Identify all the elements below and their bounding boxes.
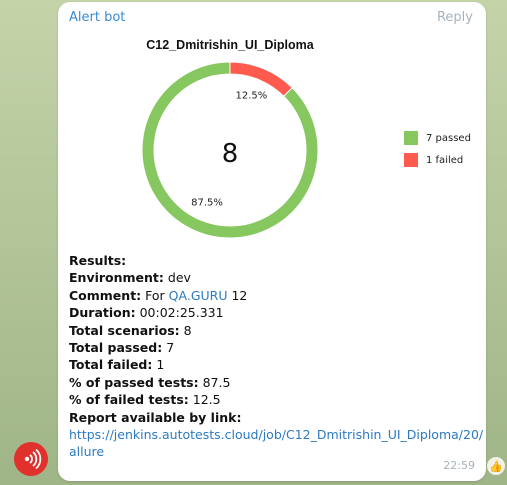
- legend-item-failed: 1 failed: [404, 152, 471, 168]
- legend-label-passed: 7 passed: [426, 132, 471, 144]
- comment-line: Comment: For QA.GURU 12: [69, 287, 248, 303]
- total-failed-line: Total failed: 1: [69, 357, 165, 373]
- report-link-line2[interactable]: allure: [69, 444, 104, 459]
- percent-passed-line: % of passed tests: 87.5: [69, 374, 231, 390]
- donut-chart: 8 12.5% 87.5%: [141, 61, 319, 239]
- slice-label-passed: 87.5%: [191, 197, 223, 208]
- total-scenarios-line: Total scenarios: 8: [69, 322, 192, 338]
- results-heading: Results:: [69, 253, 127, 268]
- report-link-line1[interactable]: https://jenkins.autotests.cloud/job/C12_…: [69, 427, 483, 442]
- message-time: 22:59: [443, 459, 475, 472]
- message-bubble[interactable]: Alert bot Reply C12_Dmitrishin_UI_Diplom…: [58, 2, 486, 481]
- report-text: Results: Environment: dev Comment: For Q…: [69, 252, 483, 461]
- report-link[interactable]: https://jenkins.autotests.cloud/job/C12_…: [69, 426, 483, 461]
- thumbs-up-reaction-icon[interactable]: 👍: [487, 457, 505, 475]
- bot-avatar[interactable]: [14, 442, 48, 476]
- center-total-label: 8: [222, 139, 239, 169]
- chart-legend: 7 passed 1 failed: [404, 130, 471, 174]
- report-link-label: Report available by link:: [69, 409, 242, 425]
- duration-line: Duration: 00:02:25.331: [69, 305, 224, 321]
- total-passed-line: Total passed: 7: [69, 340, 175, 356]
- legend-label-failed: 1 failed: [426, 154, 464, 166]
- legend-item-passed: 7 passed: [404, 130, 471, 146]
- legend-swatch-failed: [404, 153, 418, 167]
- environment-line: Environment: dev: [69, 270, 191, 286]
- percent-failed-line: % of failed tests: 12.5: [69, 392, 221, 408]
- legend-swatch-passed: [404, 131, 418, 145]
- broadcast-icon: [24, 448, 42, 470]
- slice-label-failed: 12.5%: [236, 90, 268, 101]
- qa-guru-link[interactable]: QA.GURU: [169, 288, 228, 303]
